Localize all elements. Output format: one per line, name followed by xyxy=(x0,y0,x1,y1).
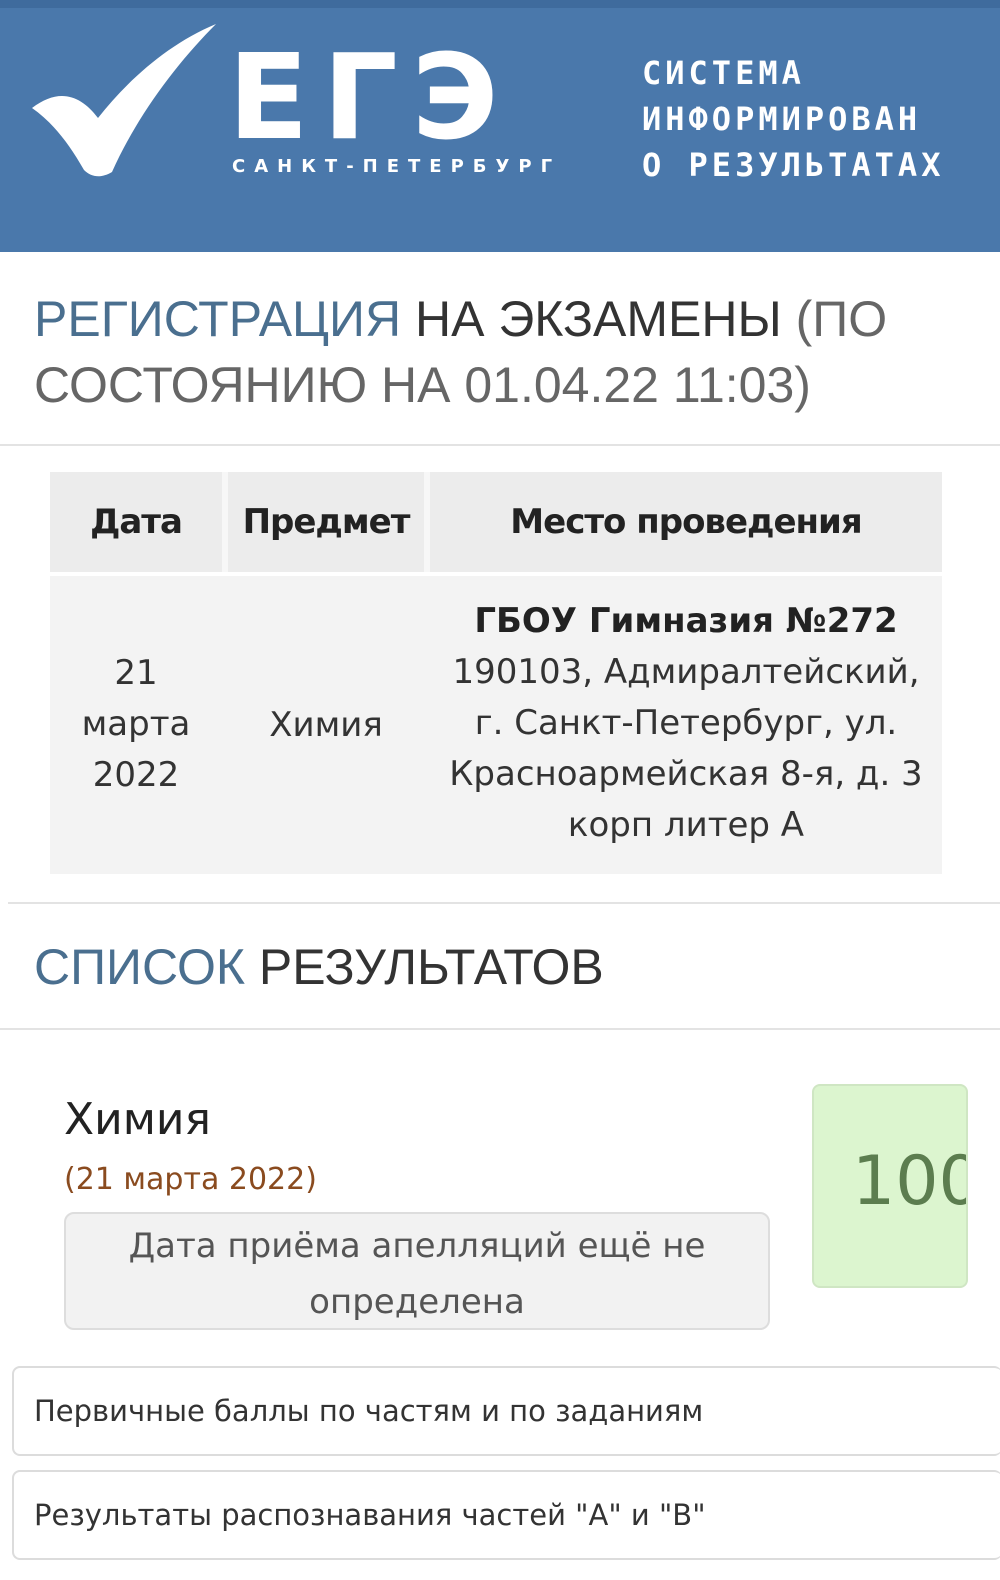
table-header: Дата Предмет Место проведения xyxy=(50,472,942,572)
column-header-date: Дата xyxy=(90,502,183,542)
result-subject-name: Химия xyxy=(64,1094,211,1145)
registration-title-note: СОСТОЯНИЮ НА 01.04.22 11:03) xyxy=(34,357,811,413)
score-value: 100 xyxy=(852,1142,966,1221)
system-tagline-line-3: О РЕЗУЛЬТАТАХ xyxy=(642,146,945,184)
cell-date: 21 марта 2022 xyxy=(50,648,222,801)
banner-top-line xyxy=(0,0,1000,8)
column-header-place: Место проведения xyxy=(510,502,862,542)
results-title: СПИСОК РЕЗУЛЬТАТОВ xyxy=(34,934,964,1000)
cell-subject: Химия xyxy=(269,705,383,745)
results-title-main: РЕЗУЛЬТАТОВ xyxy=(245,939,604,995)
cell-date-day: 21 xyxy=(114,653,158,693)
checkmark-logo-icon xyxy=(32,24,216,177)
primary-scores-panel-label: Первичные баллы по частям и по заданиям xyxy=(34,1394,704,1428)
cell-place-address-1: 190103, Адмиралтейский, xyxy=(452,652,920,692)
table-row: 21 марта 2022 Химия ГБОУ Гимназия №272 1… xyxy=(50,576,942,874)
primary-scores-panel[interactable]: Первичные баллы по частям и по заданиям xyxy=(12,1366,1000,1456)
cell-place: ГБОУ Гимназия №272 190103, Адмиралтейски… xyxy=(430,596,942,851)
registration-title: РЕГИСТРАЦИЯ НА ЭКЗАМЕНЫ (ПО СОСТОЯНИЮ НА… xyxy=(34,286,964,418)
cell-date-year: 2022 xyxy=(92,755,180,795)
divider xyxy=(0,1028,1000,1030)
cell-place-address-3: Красноармейская 8-я, д. 3 xyxy=(449,754,923,794)
result-exam-date: (21 марта 2022) xyxy=(64,1162,317,1197)
cell-date-month: марта xyxy=(81,704,191,744)
registration-title-accent: РЕГИСТРАЦИЯ xyxy=(34,291,402,347)
header-banner: ЕГЭ САНКТ-ПЕТЕРБУРГ СИСТЕМА ИНФОРМИРОВАН… xyxy=(0,0,1000,252)
registration-title-main: НА ЭКЗАМЕНЫ xyxy=(401,291,782,347)
divider xyxy=(0,444,1000,446)
logo-city-text: САНКТ-ПЕТЕРБУРГ xyxy=(232,156,562,177)
system-tagline-line-2: ИНФОРМИРОВАН xyxy=(642,100,922,138)
system-tagline: СИСТЕМА ИНФОРМИРОВАН О РЕЗУЛЬТАТАХ xyxy=(642,50,1000,188)
appeal-status-box: Дата приёма апелляций ещё не определена xyxy=(64,1212,770,1330)
appeal-status-line-2: определена xyxy=(309,1282,525,1322)
column-header-subject: Предмет xyxy=(242,502,411,542)
recognition-results-panel[interactable]: Результаты распознавания частей "A" и "B… xyxy=(12,1470,1000,1560)
exam-table: Дата Предмет Место проведения 21 марта 2… xyxy=(50,472,942,874)
logo-ege-text: ЕГЭ xyxy=(228,28,513,166)
cell-place-address-4: корп литер А xyxy=(567,805,805,845)
results-title-accent: СПИСОК xyxy=(34,939,246,995)
divider xyxy=(8,902,1000,904)
system-tagline-line-1: СИСТЕМА xyxy=(642,54,805,92)
appeal-status-line-1: Дата приёма апелляций ещё не xyxy=(128,1226,706,1266)
registration-title-note-open: (ПО xyxy=(781,291,888,347)
cell-place-address-2: г. Санкт-Петербург, ул. xyxy=(474,703,898,743)
score-badge: 100 xyxy=(812,1084,968,1288)
recognition-results-panel-label: Результаты распознавания частей "A" и "B… xyxy=(34,1498,706,1532)
cell-place-name: ГБОУ Гимназия №272 xyxy=(474,601,898,641)
